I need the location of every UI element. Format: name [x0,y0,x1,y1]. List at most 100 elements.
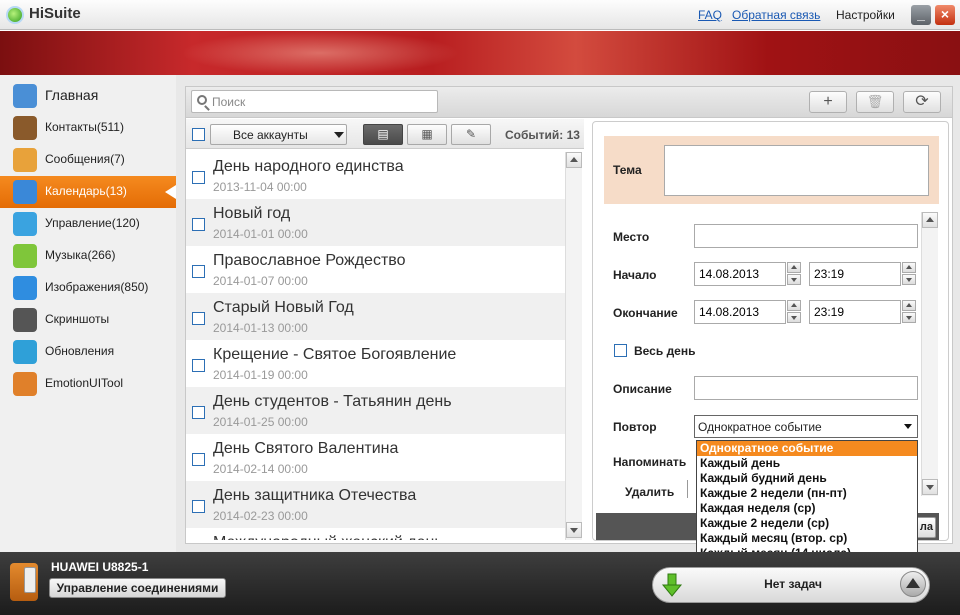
settings-link[interactable]: Настройки [836,8,895,22]
sidebar-item[interactable]: Изображения(850) [0,272,176,304]
contacts-icon [13,116,37,140]
event-title: День защитника Отечества [213,487,417,504]
minimize-button[interactable]: _ [911,5,931,25]
repeat-option[interactable]: Каждый день [697,456,917,471]
list-item[interactable]: Крещение - Святое Богоявление 2014-01-19 … [186,340,565,387]
event-checkbox[interactable] [192,453,205,466]
faq-link[interactable]: FAQ [698,8,722,22]
hisuite-logo-icon [6,6,24,24]
task-view-icon[interactable]: ✎ [451,124,491,145]
list-item[interactable]: Старый Новый Год 2014-01-13 00:00 [186,293,565,340]
scroll-up-icon[interactable] [566,152,582,168]
start-date-stepper[interactable] [787,262,801,286]
repeat-option[interactable]: Каждые 2 недели (пн-пт) [697,486,917,501]
expand-tasks-button[interactable] [900,571,926,597]
emotion-icon [13,372,37,396]
manage-connections-button[interactable]: Управление соединениями [49,578,226,598]
phone-icon [10,563,38,601]
divider [687,480,688,498]
event-checkbox[interactable] [192,218,205,231]
add-event-button[interactable]: + [809,91,847,113]
feedback-link[interactable]: Обратная связь [732,8,820,22]
event-date: 2014-02-23 00:00 [213,509,308,523]
sidebar-item[interactable]: Обновления [0,336,176,368]
list-item[interactable]: Новый год 2014-01-01 00:00 [186,199,565,246]
music-icon [13,244,37,268]
event-title: Старый Новый Год [213,299,354,316]
event-checkbox[interactable] [192,265,205,278]
repeat-option[interactable]: Каждая неделя (ср) [697,501,917,516]
event-list: День народного единства 2013-11-04 00:00 Н… [186,152,565,540]
events-count: Событий: 13 [505,128,580,142]
list-item[interactable]: День народного единства 2013-11-04 00:00 [186,152,565,199]
event-date: 2014-01-07 00:00 [213,274,308,288]
detail-scrollbar[interactable] [921,212,938,496]
event-list-scrollbar[interactable] [565,152,582,540]
event-title: День Святого Валентина [213,440,399,457]
list-item[interactable]: День Святого Валентина 2014-02-14 00:00 [186,434,565,481]
repeat-dropdown[interactable]: Однократное событие [694,415,918,438]
description-input[interactable] [694,376,918,400]
home-icon [13,84,37,108]
month-view-icon[interactable]: ▦ [407,124,447,145]
list-item[interactable]: Международный женский день [186,528,565,540]
start-date-input[interactable]: 14.08.2013 [694,262,786,286]
start-time-input[interactable]: 23:19 [809,262,901,286]
header-banner [0,31,960,75]
list-item[interactable]: День защитника Отечества 2014-02-23 00:00 [186,481,565,528]
sidebar-item-label: Обновления [45,344,115,358]
sidebar-item-label: Музыка(266) [45,248,116,262]
sidebar-item-label: Контакты(511) [45,120,124,134]
close-button[interactable]: × [935,5,955,25]
sidebar-item[interactable]: Сообщения(7) [0,144,176,176]
sidebar-item-label: Изображения(850) [45,280,149,294]
sidebar-item[interactable]: Музыка(266) [0,240,176,272]
sidebar-item-label: Главная [45,87,99,103]
place-input[interactable] [694,224,918,248]
end-time-stepper[interactable] [902,300,916,324]
delete-label[interactable]: Удалить [625,485,674,499]
active-indicator [165,185,176,199]
scroll-up-icon[interactable] [922,212,938,228]
repeat-option[interactable]: Каждые 2 недели (ср) [697,516,917,531]
remind-label: Напоминать [613,455,687,469]
event-title: Православное Рождество [213,252,406,269]
update-icon [13,340,37,364]
list-item[interactable]: День студентов - Татьянин день 2014-01-25… [186,387,565,434]
event-checkbox[interactable] [192,359,205,372]
select-all-checkbox[interactable] [192,128,205,141]
repeat-option[interactable]: Каждый будний день [697,471,917,486]
event-date: 2014-01-19 00:00 [213,368,308,382]
camera-icon [13,308,37,332]
sidebar-item[interactable]: Главная [0,80,176,112]
end-date-stepper[interactable] [787,300,801,324]
refresh-button[interactable]: ⟳ [903,91,941,113]
event-checkbox[interactable] [192,500,205,513]
accounts-dropdown-label: Все аккаунты [233,128,308,142]
scroll-down-icon[interactable] [922,479,938,495]
start-time-stepper[interactable] [902,262,916,286]
list-item[interactable]: Православное Рождество 2014-01-07 00:00 [186,246,565,293]
sidebar-item[interactable]: Календарь(13) [0,176,176,208]
subject-input[interactable] [664,145,929,196]
description-label: Описание [613,382,672,396]
chevron-down-icon [334,132,344,138]
repeat-option[interactable]: Однократное событие [697,441,917,456]
event-checkbox[interactable] [192,171,205,184]
sidebar-item-label: EmotionUITool [45,376,124,390]
delete-event-button[interactable]: 🗑 [856,91,894,113]
sidebar-item[interactable]: Скриншоты [0,304,176,336]
event-checkbox[interactable] [192,406,205,419]
event-checkbox[interactable] [192,312,205,325]
end-time-input[interactable]: 23:19 [809,300,901,324]
allday-checkbox[interactable] [614,344,627,357]
end-date-input[interactable]: 14.08.2013 [694,300,786,324]
sidebar-item[interactable]: EmotionUITool [0,368,176,400]
subject-label: Тема [613,163,642,177]
list-view-icon[interactable]: ▤ [363,124,403,145]
scroll-down-icon[interactable] [566,522,582,538]
search-input[interactable] [212,93,432,110]
sidebar-item[interactable]: Управление(120) [0,208,176,240]
sidebar-item[interactable]: Контакты(511) [0,112,176,144]
repeat-option[interactable]: Каждый месяц (втор. ср) [697,531,917,546]
